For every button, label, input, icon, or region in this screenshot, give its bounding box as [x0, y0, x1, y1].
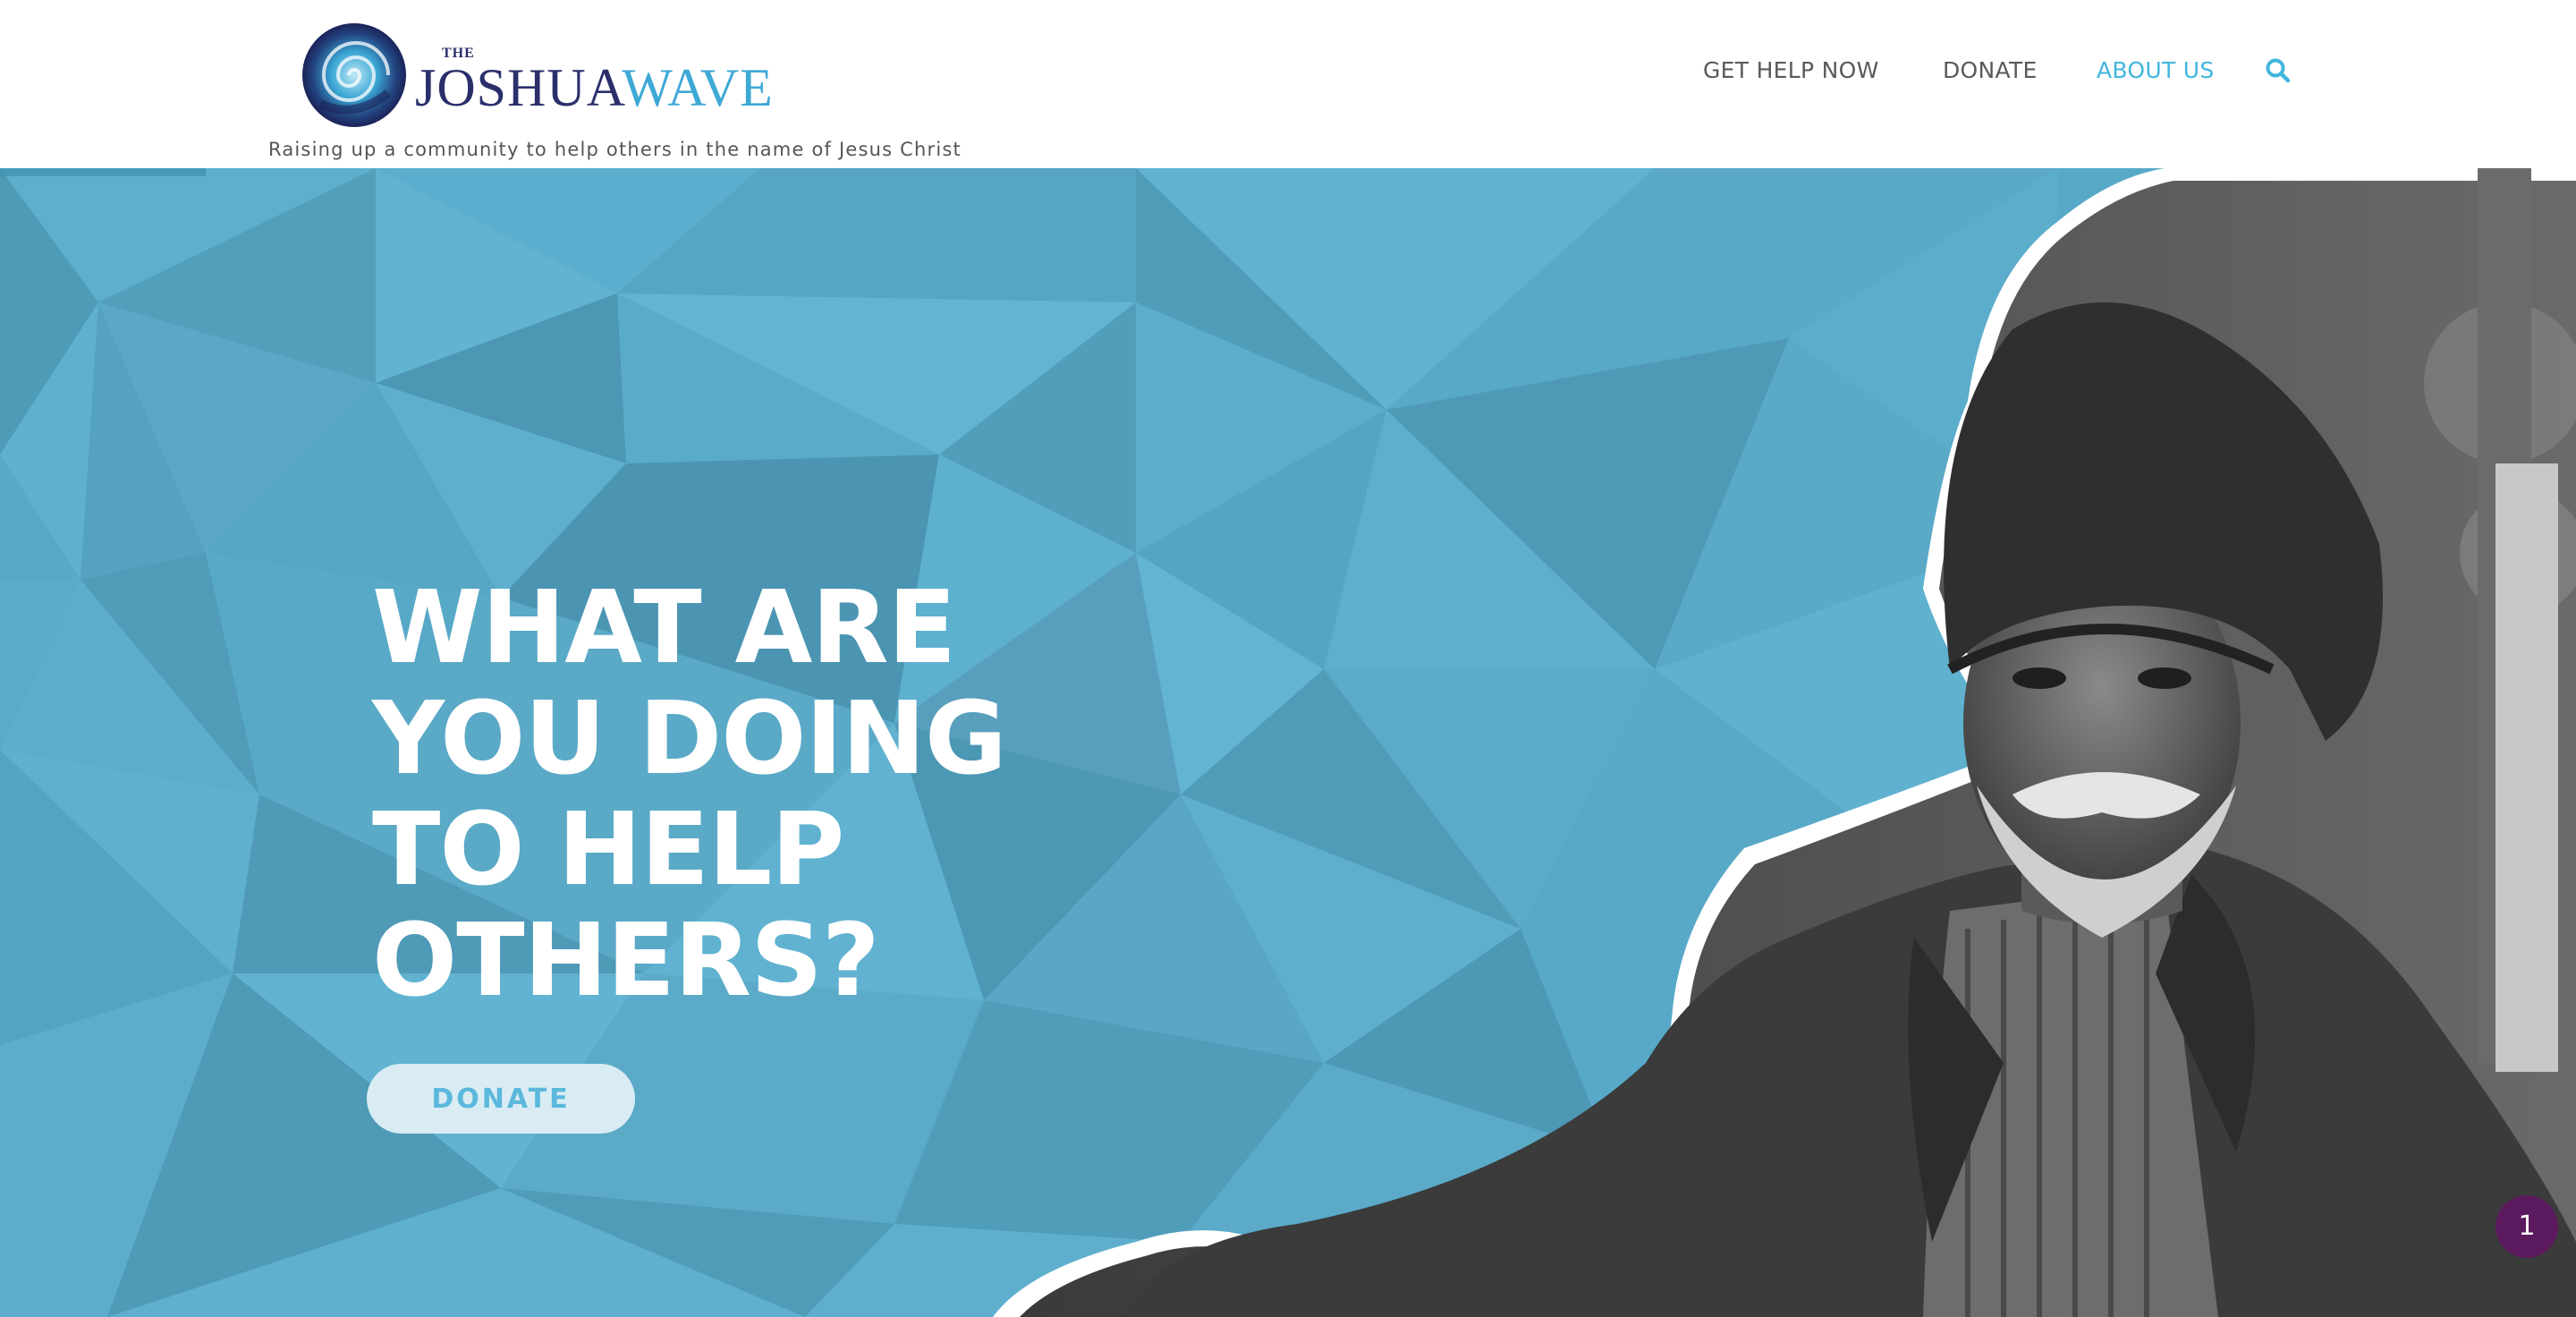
- site-header: THE JOSHUAWAVE Raising up a community to…: [0, 0, 2576, 168]
- headline-line: TO HELP: [372, 792, 844, 908]
- nav-donate[interactable]: DONATE: [1943, 52, 2038, 89]
- headline-line: WHAT ARE: [372, 570, 956, 686]
- notification-badge[interactable]: 1: [2496, 1195, 2558, 1258]
- site-tagline: Raising up a community to help others in…: [268, 139, 962, 160]
- nav-about-us[interactable]: ABOUT US: [2097, 52, 2215, 89]
- hero-donate-button[interactable]: DONATE: [367, 1064, 635, 1134]
- search-icon[interactable]: [2265, 57, 2292, 84]
- headline-line: OTHERS?: [372, 903, 880, 1019]
- main-nav: GET HELP NOW DONATE ABOUT US: [0, 52, 2576, 89]
- hero-headline: WHAT ARE YOU DOING TO HELP OTHERS?: [372, 573, 1052, 1016]
- headline-line: YOU DOING: [372, 681, 1007, 797]
- nav-get-help-now[interactable]: GET HELP NOW: [1703, 52, 1879, 89]
- hero-section: WHAT ARE YOU DOING TO HELP OTHERS? DONAT…: [0, 168, 2576, 1317]
